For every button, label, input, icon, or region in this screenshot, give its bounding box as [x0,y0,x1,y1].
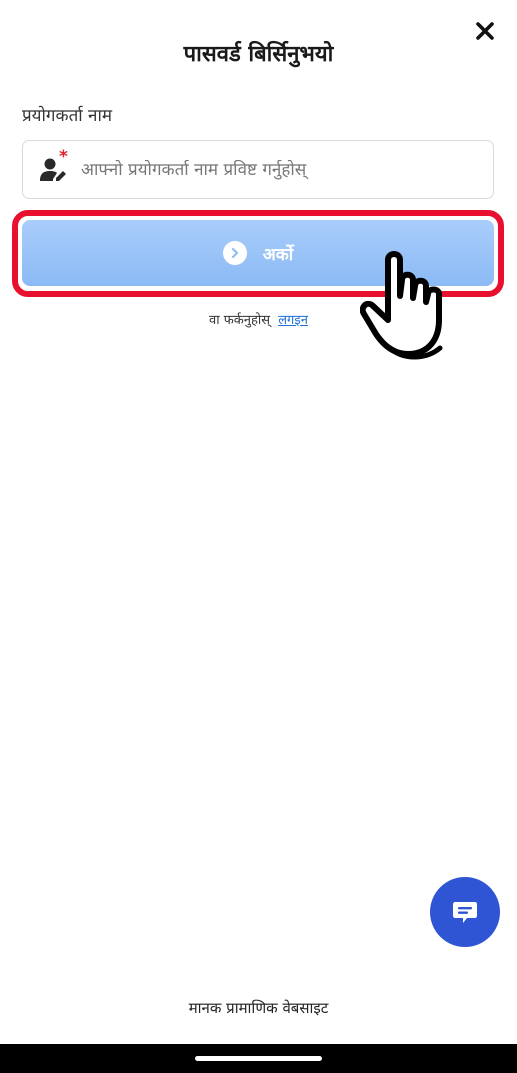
next-button-label: अर्को [262,244,294,265]
chat-button[interactable] [430,877,500,947]
login-link[interactable]: लगइन [278,313,308,328]
dialog-title: पासवर्ड बिर्सिनुभयो [183,42,334,67]
username-label: प्रयोगकर्ता नाम [22,106,113,126]
required-marker: * [59,146,68,167]
standard-website-link[interactable]: मानक प्रामाणिक वेबसाइट [0,998,517,1018]
user-edit-icon: * [39,147,69,185]
back-prefix: वा फर्कनुहोस् [209,313,271,328]
username-input[interactable] [81,159,461,180]
username-field[interactable]: * [22,140,494,199]
home-indicator[interactable] [195,1056,322,1061]
hand-pointer-icon [359,248,470,363]
chat-bubble-icon [453,902,477,923]
chevron-right-circle-icon [222,241,247,265]
